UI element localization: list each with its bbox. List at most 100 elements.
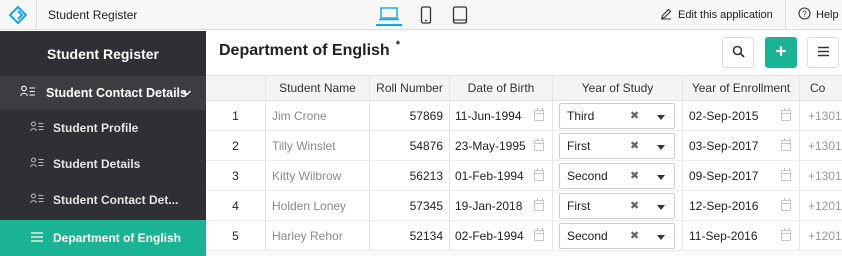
sidebar-item-label: Department of English [53,231,182,245]
roll-number-cell[interactable]: 57869 [370,101,450,130]
add-record-button[interactable] [765,37,797,68]
year-of-study-value: First [567,138,591,153]
date-of-birth-cell[interactable]: 01-Feb-1994 [450,161,553,190]
caret-down-icon[interactable] [657,144,665,150]
roll-number-cell[interactable]: 52134 [370,221,450,250]
contact-cell[interactable]: +1201 [800,191,842,220]
date-of-birth-cell[interactable]: 11-Jun-1994 [450,101,553,130]
date-of-birth-cell[interactable]: 23-May-1995 [450,131,553,160]
calendar-icon[interactable] [534,138,544,151]
help-label: Help [816,9,839,21]
search-button[interactable] [722,37,754,68]
table-row[interactable]: 4 Holden Loney 57345 19-Jan-2018 First ✖… [206,191,842,221]
calendar-icon[interactable] [781,138,791,151]
sidebar-item-student-details[interactable]: Student Details [0,146,206,182]
year-of-enrollment-cell[interactable]: 02-Sep-2015 [683,101,800,130]
row-index: 3 [206,161,266,190]
clear-icon[interactable]: ✖ [630,229,639,242]
sidebar-section-student-contact-details[interactable]: Student Contact Details [0,76,206,110]
roll-number-cell[interactable]: 57345 [370,191,450,220]
caret-down-icon[interactable] [657,204,665,210]
roll-number-cell[interactable]: 54876 [370,131,450,160]
table-row[interactable]: 2 Tilly Winslet 54876 23-May-1995 First … [206,131,842,161]
caret-down-icon[interactable] [657,234,665,240]
column-header[interactable]: Co [800,76,842,100]
contact-cell[interactable]: +1301 [800,131,842,160]
year-of-study-select[interactable]: First ✖ [559,192,675,219]
year-of-enrollment-cell[interactable]: 11-Sep-2016 [683,221,800,250]
student-name-cell[interactable]: Tilly Winslet [266,131,370,160]
calendar-icon[interactable] [781,228,791,241]
date-of-birth-value: 11-Jun-1994 [455,108,522,123]
list-view-icon [30,231,44,246]
phone-icon[interactable] [413,4,439,26]
student-name-cell[interactable]: Holden Loney [266,191,370,220]
sidebar-section-label: Student Contact Details [46,86,187,100]
app-logo-icon[interactable] [0,0,37,30]
help-button[interactable]: ? Help [785,0,842,30]
calendar-icon[interactable] [781,108,791,121]
date-of-birth-value: 01-Feb-1994 [455,168,524,183]
student-name-cell[interactable]: Harley Rehor [266,221,370,250]
year-of-study-cell: Third ✖ [553,101,683,130]
enrollment-value: 09-Sep-2017 [689,168,759,183]
caret-down-icon[interactable] [657,174,665,180]
roll-number-cell[interactable]: 56213 [370,161,450,190]
student-name-cell[interactable]: Jim Crone [266,101,370,130]
student-name-cell[interactable]: Kitty Wilbrow [266,161,370,190]
chevron-down-icon[interactable] [182,87,192,101]
page-title-text: Department of English [219,42,390,59]
column-header[interactable]: Year of Study [553,76,683,100]
table-row[interactable]: 3 Kitty Wilbrow 56213 01-Feb-1994 Second… [206,161,842,191]
column-header[interactable]: Date of Birth [450,76,553,100]
contact-cell[interactable]: +1301 [800,101,842,130]
table-row[interactable]: 5 Harley Rehor 52134 02-Feb-1994 Second … [206,221,842,251]
clear-icon[interactable]: ✖ [630,169,639,182]
menu-button[interactable] [807,37,839,68]
year-of-study-cell: First ✖ [553,191,683,220]
calendar-icon[interactable] [781,168,791,181]
date-of-birth-value: 02-Feb-1994 [455,228,524,243]
calendar-icon[interactable] [534,168,544,181]
year-of-enrollment-cell[interactable]: 12-Sep-2016 [683,191,800,220]
calendar-icon[interactable] [781,198,791,211]
year-of-enrollment-cell[interactable]: 03-Sep-2017 [683,131,800,160]
column-header[interactable]: Student Name [266,76,370,100]
date-of-birth-value: 19-Jan-2018 [455,198,523,213]
clear-icon[interactable]: ✖ [630,109,639,122]
tablet-icon[interactable] [447,4,473,26]
sidebar-item-student-profile[interactable]: Student Profile [0,110,206,146]
year-of-enrollment-cell[interactable]: 09-Sep-2017 [683,161,800,190]
edit-application-button[interactable]: Edit this application [648,0,784,30]
caret-down-icon[interactable] [657,114,665,120]
calendar-icon[interactable] [534,198,544,211]
contact-cell[interactable]: +1201 [800,221,842,250]
date-of-birth-value: 23-May-1995 [455,138,526,153]
calendar-icon[interactable] [534,228,544,241]
enrollment-value: 12-Sep-2016 [689,198,759,213]
year-of-study-select[interactable]: Second ✖ [559,222,675,249]
table-row[interactable]: 1 Jim Crone 57869 11-Jun-1994 Third ✖ 02… [206,101,842,131]
search-icon [732,45,745,61]
date-of-birth-cell[interactable]: 19-Jan-2018 [450,191,553,220]
year-of-study-select[interactable]: Second ✖ [559,162,675,189]
sidebar: Student Register Student Contact Details… [0,31,206,256]
contact-cell[interactable]: +1301 [800,161,842,190]
clear-icon[interactable]: ✖ [630,199,639,212]
clear-icon[interactable]: ✖ [630,139,639,152]
sidebar-item-department-of-english[interactable]: Department of English [0,220,206,256]
year-of-study-select[interactable]: Third ✖ [559,102,675,129]
svg-text:?: ? [802,10,807,19]
sidebar-item-student-contact-details[interactable]: Student Contact Det... [0,182,206,218]
enrollment-value: 02-Sep-2015 [689,108,759,123]
title-marker: * [395,39,400,51]
desktop-icon[interactable] [376,4,402,26]
calendar-icon[interactable] [534,108,544,121]
column-header[interactable]: Year of Enrollment [683,76,800,100]
column-header[interactable]: Roll Number [370,76,450,100]
contact-list-icon [30,193,44,208]
year-of-study-select[interactable]: First ✖ [559,132,675,159]
sidebar-title: Student Register [46,45,159,62]
date-of-birth-cell[interactable]: 02-Feb-1994 [450,221,553,250]
row-index: 2 [206,131,266,160]
